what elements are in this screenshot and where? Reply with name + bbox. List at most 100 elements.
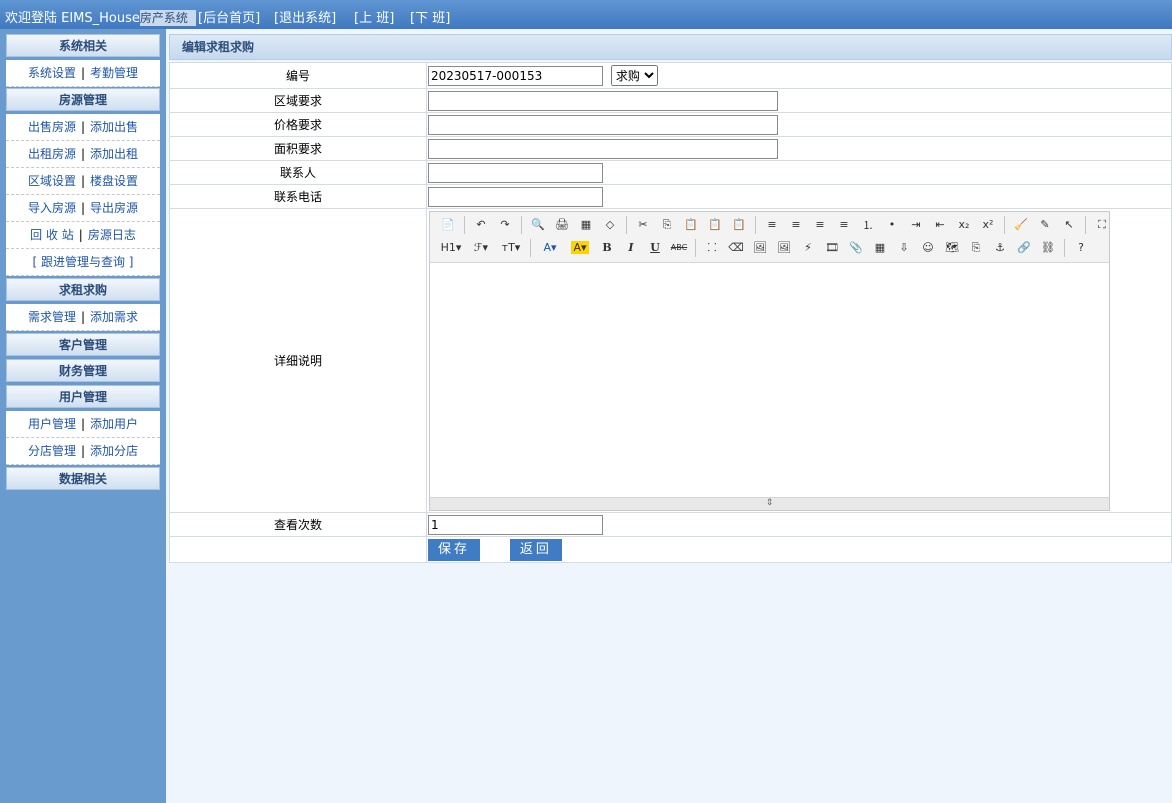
map-icon[interactable]: 🗺 (942, 238, 962, 258)
sidebar-link-recycle-bin[interactable]: 回 收 站 (30, 228, 74, 242)
welcome-label: 欢迎登陆 EIMS_House (5, 11, 140, 26)
pagebreak-icon[interactable]: ⎘ (966, 238, 986, 258)
sidebar-head-rent-buy[interactable]: 求租求购 (6, 278, 160, 301)
sidebar-link-add-sale[interactable]: 添加出售 (90, 120, 138, 134)
size-input[interactable] (428, 138, 778, 159)
print-icon[interactable]: 🖨 (552, 215, 572, 235)
anchor-icon[interactable]: ⚓ (990, 238, 1010, 258)
views-label: 查看次数 (169, 512, 427, 537)
flash-icon[interactable]: ⚡ (798, 238, 818, 258)
area-input[interactable] (428, 90, 778, 111)
redo-icon[interactable]: ↷ (495, 215, 515, 235)
home-link[interactable]: [后台首页] (198, 7, 260, 26)
indent-icon[interactable]: ⇥ (906, 215, 926, 235)
sidebar-link-system-settings[interactable]: 系统设置 (28, 66, 76, 80)
sidebar-link-attendance[interactable]: 考勤管理 (90, 66, 138, 80)
sidebar-link-add-user[interactable]: 添加用户 (90, 417, 138, 431)
insert-icon[interactable]: ⇩ (894, 238, 914, 258)
source-icon[interactable]: 📄 (438, 215, 458, 235)
code-icon[interactable]: ◇ (600, 215, 620, 235)
heading-icon[interactable]: H1▾ (438, 238, 464, 258)
align-left-icon[interactable]: ≡ (762, 215, 782, 235)
clear-format-icon[interactable]: 🧹 (1011, 215, 1031, 235)
sidebar-head-customer[interactable]: 客户管理 (6, 333, 160, 356)
paste-icon[interactable]: 📋 (681, 215, 701, 235)
media-icon[interactable]: 🎞 (822, 238, 842, 258)
subscript-icon[interactable]: x₂ (954, 215, 974, 235)
sidebar-head-property[interactable]: 房源管理 (6, 88, 160, 111)
form-row-price: 价格要求 (169, 112, 1172, 137)
editor-resize-handle[interactable]: ⇕ (430, 496, 1109, 510)
link-icon[interactable]: 🔗 (1014, 238, 1034, 258)
sidebar-link-import[interactable]: 导入房源 (28, 201, 76, 215)
sidebar-link-property-log[interactable]: 房源日志 (88, 228, 136, 242)
views-input[interactable] (428, 514, 603, 535)
justify-icon[interactable]: ≡ (834, 215, 854, 235)
strikethrough-icon[interactable]: ABC (669, 238, 689, 258)
price-input[interactable] (428, 114, 778, 135)
sidebar-head-data[interactable]: 数据相关 (6, 467, 160, 490)
template-icon[interactable]: ▦ (576, 215, 596, 235)
save-button[interactable]: 保存 (428, 538, 481, 561)
sidebar-head-finance[interactable]: 财务管理 (6, 359, 160, 382)
ordered-list-icon[interactable]: ⒈ (858, 215, 878, 235)
font-family-icon[interactable]: ℱ▾ (468, 238, 494, 258)
paste-text-icon[interactable]: 📋 (705, 215, 725, 235)
sidebar-link-branch-manage[interactable]: 分店管理 (28, 444, 76, 458)
select-all-icon[interactable]: ✎ (1035, 215, 1055, 235)
sidebar-link-sale-listings[interactable]: 出售房源 (28, 120, 76, 134)
background-color-icon[interactable]: A▾ (567, 238, 593, 258)
superscript-icon[interactable]: x² (978, 215, 998, 235)
sidebar-link-demand-manage[interactable]: 需求管理 (28, 310, 76, 324)
contact-input[interactable] (428, 162, 603, 183)
logout-link[interactable]: [退出系统] (274, 7, 336, 26)
undo-icon[interactable]: ↶ (471, 215, 491, 235)
sidebar-link-user-manage[interactable]: 用户管理 (28, 417, 76, 431)
copy-icon[interactable]: ⎘ (657, 215, 677, 235)
unlink-icon[interactable]: ⛓ (1038, 238, 1058, 258)
hr-icon[interactable]: ⸬ (702, 238, 722, 258)
number-input[interactable] (428, 65, 603, 86)
font-color-icon[interactable]: A▾ (537, 238, 563, 258)
underline-icon[interactable]: U (645, 238, 665, 258)
sidebar-link-region-settings[interactable]: 区域设置 (28, 174, 76, 188)
attachment-icon[interactable]: 📎 (846, 238, 866, 258)
sidebar-link-rent-listings[interactable]: 出租房源 (28, 147, 76, 161)
type-select[interactable]: 求购 (610, 65, 658, 86)
sidebar-link-add-rent[interactable]: 添加出租 (90, 147, 138, 161)
fullscreen-icon[interactable]: ⛶ (1092, 215, 1112, 235)
table-icon[interactable]: ▦ (870, 238, 890, 258)
font-size-icon[interactable]: тT▾ (498, 238, 524, 258)
sidebar-item-recycle: 回 收 站 | 房源日志 (6, 222, 160, 249)
back-button[interactable]: 返回 (509, 538, 562, 561)
number-label: 编号 (169, 62, 427, 89)
preview-icon[interactable]: 🔍 (528, 215, 548, 235)
phone-input[interactable] (428, 186, 603, 207)
image-icon[interactable]: 🖼 (750, 238, 770, 258)
paste-word-icon[interactable]: 📋 (729, 215, 749, 235)
unordered-list-icon[interactable]: • (882, 215, 902, 235)
outdent-icon[interactable]: ⇤ (930, 215, 950, 235)
sidebar-head-users[interactable]: 用户管理 (6, 385, 160, 408)
multi-image-icon[interactable]: 🖼 (774, 238, 794, 258)
cut-icon[interactable]: ✂ (633, 215, 653, 235)
clock-out-link[interactable]: [下 班] (410, 7, 450, 26)
clock-in-link[interactable]: [上 班] (354, 7, 394, 26)
sidebar: 系统相关 系统设置 | 考勤管理 房源管理 出售房源 | 添加出售 出租房源 | 添加出租 … (0, 29, 166, 803)
align-right-icon[interactable]: ≡ (810, 215, 830, 235)
editor-toolbar-row-1: 📄 ↶ ↷ 🔍 🖨 ▦ ◇ ✂ ⎘ 📋 📋 📋 ≡ ≡ ≡ ≡ ⒈ • ⇥ ⇤ x₂ x² 🧹 ✎ ↖ ⛶ (438, 214, 1116, 236)
sidebar-link-building-settings[interactable]: 楼盘设置 (90, 174, 138, 188)
sidebar-link-add-demand[interactable]: 添加需求 (90, 310, 138, 324)
help-icon[interactable]: ? (1071, 238, 1091, 258)
eraser-icon[interactable]: ⌫ (726, 238, 746, 258)
pointer-icon[interactable]: ↖ (1059, 215, 1079, 235)
sidebar-link-export[interactable]: 导出房源 (90, 201, 138, 215)
sidebar-link-followup[interactable]: [ 跟进管理与查询 ] (33, 255, 134, 269)
emoticon-icon[interactable]: ☺ (918, 238, 938, 258)
editor-content-area[interactable] (430, 262, 1109, 498)
bold-icon[interactable]: B (597, 238, 617, 258)
sidebar-link-add-branch[interactable]: 添加分店 (90, 444, 138, 458)
align-center-icon[interactable]: ≡ (786, 215, 806, 235)
italic-icon[interactable]: I (621, 238, 641, 258)
sidebar-head-system[interactable]: 系统相关 (6, 34, 160, 57)
